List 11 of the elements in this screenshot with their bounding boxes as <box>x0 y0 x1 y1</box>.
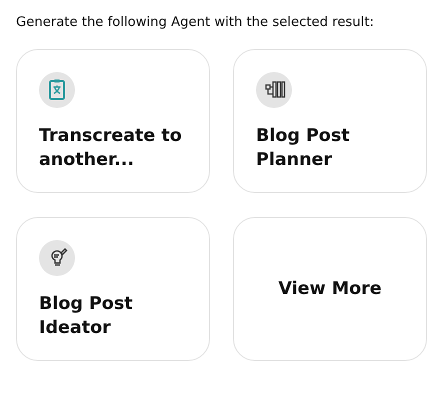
view-more-button[interactable]: View More <box>233 217 427 361</box>
agent-title: Blog Post Ideator <box>39 293 134 340</box>
clipboard-icon <box>39 72 75 108</box>
agent-title: Blog Post Planner <box>256 125 351 172</box>
prompt-text: Generate the following Agent with the selected result: <box>16 15 375 30</box>
lightbulb-icon <box>39 240 75 276</box>
agent-title: Transcreate to another... <box>39 125 183 172</box>
agent-card[interactable]: Blog Post Ideator <box>16 217 210 361</box>
agent-card[interactable]: Blog Post Planner <box>233 49 427 193</box>
agent-card[interactable]: Transcreate to another... <box>16 49 210 193</box>
sitemap-icon <box>256 72 292 108</box>
